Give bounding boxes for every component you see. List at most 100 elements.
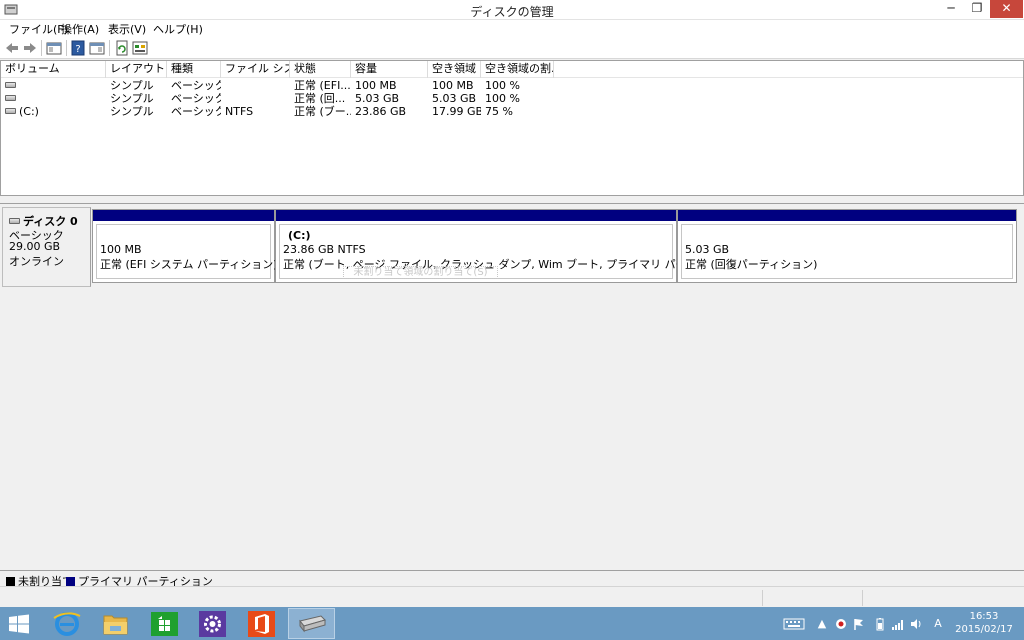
volume-name: (C:) <box>19 105 39 118</box>
internet-explorer-icon <box>53 612 81 636</box>
back-arrow-icon[interactable] <box>4 40 20 56</box>
partition-type-bar <box>93 210 274 221</box>
filesystem-cell: NTFS <box>225 105 254 118</box>
table-row[interactable]: シンプル ベーシック 正常 (EFI... 100 MB 100 MB 100 … <box>1 79 1023 92</box>
security-alert-icon[interactable] <box>834 617 848 631</box>
maximize-button[interactable]: ❐ <box>964 0 990 18</box>
folder-icon <box>103 615 128 635</box>
show-hidden-icons-icon[interactable]: ▲ <box>815 617 829 631</box>
taskbar-control-panel[interactable] <box>189 608 236 639</box>
status-segment <box>762 590 862 606</box>
partition-efi[interactable]: 100 MB 正常 (EFI システム パーティション) <box>92 209 278 283</box>
volume-speaker-icon[interactable] <box>909 617 923 631</box>
free-space-cell: 17.99 GB <box>432 105 481 118</box>
volume-list[interactable]: ボリューム レイアウト 種類 ファイル シス... 状態 容量 空き領域 空き領… <box>0 60 1024 196</box>
properties-icon[interactable] <box>89 40 105 56</box>
close-button[interactable]: ✕ <box>990 0 1023 18</box>
column-header-free-space[interactable]: 空き領域 <box>428 61 481 78</box>
pane-splitter[interactable] <box>0 196 1024 204</box>
menu-help[interactable]: ヘルプ(H) <box>150 21 206 37</box>
taskbar-store[interactable] <box>141 608 188 639</box>
taskbar-internet-explorer[interactable] <box>44 608 91 639</box>
menu-action[interactable]: 操作(A) <box>58 21 102 37</box>
column-header-free-percent[interactable]: 空き領域の割... <box>481 61 554 78</box>
legend: 未割り当て プライマリ パーティション <box>0 570 1024 588</box>
layout-cell: シンプル <box>110 105 154 118</box>
status-cell: 正常 (ブー... <box>294 105 351 118</box>
partition-type-bar <box>276 210 676 221</box>
partition-size: 5.03 GB <box>685 243 730 256</box>
capacity-cell: 23.86 GB <box>355 105 407 118</box>
volume-cell <box>1 92 106 105</box>
svg-text:?: ? <box>75 44 80 55</box>
minimize-button[interactable]: ─ <box>938 0 964 18</box>
faded-menu-item: 未割り当て領域の割り当て(S) <box>343 266 498 279</box>
type-cell: ベーシック <box>171 105 221 118</box>
touch-keyboard-icon[interactable] <box>783 617 805 631</box>
type-cell: ベーシック <box>171 79 221 92</box>
column-header-volume[interactable]: ボリューム <box>1 61 106 78</box>
column-header-status[interactable]: 状態 <box>290 61 351 78</box>
taskbar-clock[interactable]: 16:53 2015/02/17 <box>948 610 1020 636</box>
toolbar: ? <box>0 37 1024 59</box>
disk-size: 29.00 GB <box>9 240 61 253</box>
store-icon <box>151 612 178 636</box>
drive-icon <box>5 95 16 101</box>
battery-icon[interactable] <box>873 617 887 631</box>
gear-icon <box>199 611 226 637</box>
menu-bar: ファイル(F) 操作(A) 表示(V) ヘルプ(H) <box>0 20 1024 37</box>
disk-0-label[interactable]: ディスク 0 ベーシック 29.00 GB オンライン <box>2 207 91 287</box>
column-header-filesystem[interactable]: ファイル シス... <box>221 61 290 78</box>
title-bar: ディスクの管理 ─ ❐ ✕ <box>0 0 1024 20</box>
primary-partition-swatch <box>66 577 75 586</box>
column-header-capacity[interactable]: 容量 <box>351 61 428 78</box>
volume-cell: (C:) <box>1 105 106 118</box>
partition-body: 5.03 GB 正常 (回復パーティション) <box>681 224 1013 279</box>
wifi-signal-icon[interactable] <box>891 617 905 631</box>
drive-icon <box>5 108 16 114</box>
column-header-layout[interactable]: レイアウト <box>106 61 167 78</box>
volume-cell <box>1 79 106 92</box>
window-title: ディスクの管理 <box>470 5 554 19</box>
forward-arrow-icon[interactable] <box>22 40 38 56</box>
taskbar: ▲ A 16:53 2015/02/17 <box>0 607 1024 640</box>
windows-start-icon[interactable] <box>8 614 30 634</box>
action-center-flag-icon[interactable] <box>852 617 866 631</box>
volume-list-header: ボリューム レイアウト 種類 ファイル シス... 状態 容量 空き領域 空き領… <box>1 61 1023 78</box>
free-space-cell: 100 MB <box>432 79 474 92</box>
partition-size: 23.86 GB NTFS <box>283 243 366 256</box>
partition-type-bar <box>678 210 1016 221</box>
free-percent-cell: 100 % <box>485 92 520 105</box>
free-percent-cell: 100 % <box>485 79 520 92</box>
ime-mode-indicator[interactable]: A <box>931 617 945 631</box>
help-icon[interactable]: ? <box>70 40 86 56</box>
taskbar-file-explorer[interactable] <box>92 608 139 639</box>
disk-icon <box>9 218 20 224</box>
toolbar-separator <box>109 40 110 56</box>
disk-graphical-view: ディスク 0 ベーシック 29.00 GB オンライン 100 MB 正常 (E… <box>0 204 1024 570</box>
status-segment <box>862 590 1022 606</box>
column-header-type[interactable]: 種類 <box>167 61 221 78</box>
capacity-cell: 5.03 GB <box>355 92 400 105</box>
drive-icon <box>5 82 16 88</box>
taskbar-disk-management[interactable] <box>288 608 335 639</box>
table-row[interactable]: シンプル ベーシック 正常 (回... 5.03 GB 5.03 GB 100 … <box>1 92 1023 105</box>
table-row[interactable]: (C:) シンプル ベーシック NTFS 正常 (ブー... 23.86 GB … <box>1 105 1023 118</box>
layout-cell: シンプル <box>110 92 154 105</box>
partition-recovery[interactable]: 5.03 GB 正常 (回復パーティション) <box>677 209 1017 283</box>
status-bar <box>0 586 1024 607</box>
partition-status: 正常 (EFI システム パーティション) <box>100 258 278 271</box>
refresh-icon[interactable] <box>114 40 130 56</box>
layout-cell: シンプル <box>110 79 154 92</box>
rescan-disks-icon[interactable] <box>132 40 148 56</box>
disk-state: オンライン <box>9 255 64 268</box>
office-icon <box>248 611 275 637</box>
toolbar-separator <box>66 40 67 56</box>
toolbar-separator <box>41 40 42 56</box>
unallocated-swatch <box>6 577 15 586</box>
console-tree-icon[interactable] <box>46 40 62 56</box>
menu-view[interactable]: 表示(V) <box>105 21 149 37</box>
status-cell: 正常 (EFI... <box>294 79 351 92</box>
clock-date: 2015/02/17 <box>955 624 1013 635</box>
taskbar-office[interactable] <box>238 608 285 639</box>
